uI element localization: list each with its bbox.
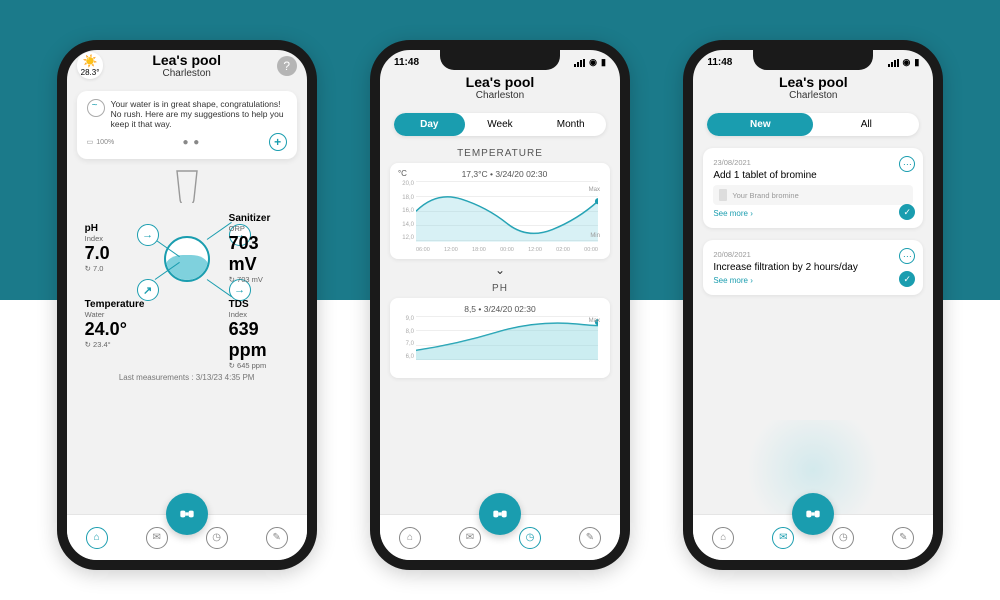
filter-segment: New All	[707, 113, 919, 136]
last-measurement: Last measurements : 3/13/23 4:35 PM	[67, 373, 307, 382]
chevron-down-icon[interactable]: ⌄	[380, 263, 620, 277]
signal-icon	[574, 59, 585, 67]
tip-text: Your water is in great shape, congratula…	[111, 99, 287, 129]
wifi-icon: ◉	[903, 57, 911, 68]
nav-home-icon[interactable]: ⌂	[86, 527, 108, 549]
weather-chip[interactable]: ☀️ 28.3°	[77, 52, 104, 79]
nav-chat-icon[interactable]: ✉	[459, 527, 481, 549]
pool-name: Lea's pool	[466, 74, 535, 90]
ph-value: 7.0	[85, 243, 110, 264]
wifi-icon: ◉	[589, 57, 597, 68]
pool-name: Lea's pool	[152, 52, 221, 68]
task-title: Add 1 tablet of bromine	[713, 170, 913, 181]
signal-icon	[888, 59, 899, 67]
city: Charleston	[152, 68, 221, 79]
tip-card: Your water is in great shape, congratula…	[77, 91, 297, 159]
task-date: 20/08/2021	[713, 250, 913, 259]
status-time: 11:48	[394, 57, 419, 68]
device-cup-icon	[173, 169, 201, 203]
battery-status-icon: ▮	[914, 57, 919, 68]
battery-status-icon: ▮	[601, 57, 606, 68]
pool-name: Lea's pool	[779, 74, 848, 90]
nav-chemistry-icon[interactable]: ✎	[266, 527, 288, 549]
carousel-dots[interactable]: ● ●	[182, 137, 200, 148]
see-more-link[interactable]: See more ›	[713, 276, 913, 285]
sanitizer-label: Sanitizer	[229, 213, 289, 224]
notch	[753, 50, 873, 70]
temperature-chart-card[interactable]: °C 17,3°C • 3/24/20 02:30 20,018,016,014…	[390, 163, 610, 259]
ph-section-title: PH	[380, 283, 620, 294]
battery-icon: ▭	[87, 138, 94, 146]
nav-gauge-icon[interactable]: ◷	[832, 527, 854, 549]
phone-tasks: 11:48 ◉ ▮ Lea's pool Charleston New All …	[683, 40, 943, 570]
segment-new[interactable]: New	[707, 113, 813, 136]
time-range-segment: Day Week Month	[394, 113, 606, 136]
bottle-icon	[719, 189, 727, 201]
task-date: 23/08/2021	[713, 158, 913, 167]
water-level-icon	[164, 236, 210, 282]
task-product: Your Brand bromine	[713, 185, 913, 205]
temperature-value: 24.0°	[85, 319, 145, 340]
sun-icon: ☀️	[83, 54, 98, 68]
segment-all[interactable]: All	[813, 113, 919, 136]
temperature-label: Temperature	[85, 299, 145, 310]
metrics-radial: → → ↗ → pH Index 7.0 ↻ 7.0 Sanitizer ORP…	[77, 169, 297, 369]
nav-gauge-icon[interactable]: ◷	[206, 527, 228, 549]
fab-device-button[interactable]	[166, 493, 208, 535]
nav-chat-icon[interactable]: ✉	[772, 527, 794, 549]
bottom-nav: ⌂ ✉ ◷ ✎	[380, 514, 620, 560]
ph-label: pH	[85, 223, 110, 234]
nav-gauge-icon[interactable]: ◷	[519, 527, 541, 549]
nav-chemistry-icon[interactable]: ✎	[892, 527, 914, 549]
city: Charleston	[466, 90, 535, 101]
temperature-chart: 20,018,016,014,012,0 Max Min 06:0012:001…	[398, 181, 602, 253]
segment-week[interactable]: Week	[465, 113, 536, 136]
task-card[interactable]: ⋯ 23/08/2021 Add 1 tablet of bromine You…	[703, 148, 923, 228]
battery-indicator: ▭ 100%	[87, 138, 115, 146]
phone-dashboard: ☀️ 28.3° Lea's pool Charleston ? Your wa…	[57, 40, 317, 570]
ph-chart-card[interactable]: 8,5 • 3/24/20 02:30 9,08,07,06,0 Max	[390, 298, 610, 378]
tip-device-icon	[87, 99, 105, 117]
header: ☀️ 28.3° Lea's pool Charleston ?	[67, 50, 307, 85]
segment-day[interactable]: Day	[394, 113, 465, 136]
see-more-link[interactable]: See more ›	[713, 209, 913, 218]
bottom-nav: ⌂ ✉ ◷ ✎	[67, 514, 307, 560]
add-button[interactable]: +	[269, 133, 287, 151]
nav-home-icon[interactable]: ⌂	[712, 527, 734, 549]
city: Charleston	[779, 90, 848, 101]
weather-temp: 28.3°	[81, 68, 100, 77]
notch	[440, 50, 560, 70]
nav-chemistry-icon[interactable]: ✎	[579, 527, 601, 549]
ph-node-icon[interactable]: →	[137, 224, 159, 246]
task-title: Increase filtration by 2 hours/day	[713, 262, 913, 273]
phone-charts: 11:48 ◉ ▮ Lea's pool Charleston Day Week…	[370, 40, 630, 570]
status-time: 11:48	[707, 57, 732, 68]
temperature-node-icon[interactable]: ↗	[137, 279, 159, 301]
nav-home-icon[interactable]: ⌂	[399, 527, 421, 549]
nav-chat-icon[interactable]: ✉	[146, 527, 168, 549]
help-button[interactable]: ?	[277, 56, 297, 76]
ph-chart: 9,08,07,06,0 Max	[398, 316, 602, 372]
segment-month[interactable]: Month	[535, 113, 606, 136]
fab-device-button[interactable]	[479, 493, 521, 535]
task-card[interactable]: ⋯ 20/08/2021 Increase filtration by 2 ho…	[703, 240, 923, 295]
tds-label: TDS	[229, 299, 297, 310]
sanitizer-value: 703 mV	[229, 233, 289, 275]
temperature-section-title: TEMPERATURE	[380, 148, 620, 159]
fab-device-button[interactable]	[792, 493, 834, 535]
bottom-nav: ⌂ ✉ ◷ ✎	[693, 514, 933, 560]
tds-value: 639 ppm	[229, 319, 297, 361]
